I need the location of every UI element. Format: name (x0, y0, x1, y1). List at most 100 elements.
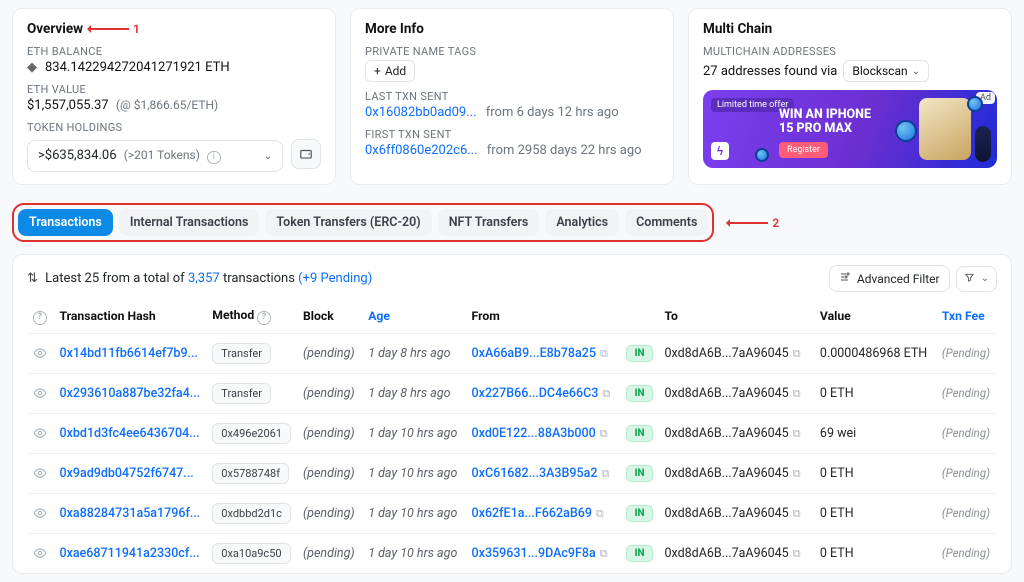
filter-dropdown-button[interactable]: ⌄ (956, 266, 997, 292)
eth-value-label: ETH VALUE (27, 83, 321, 96)
direction-badge: IN (626, 505, 652, 522)
question-icon[interactable]: ? (257, 311, 271, 325)
txn-hash-link[interactable]: 0xa88284731a5a1796f... (59, 506, 200, 521)
eth-diamond-icon: ◆ (27, 60, 37, 75)
to-link[interactable]: 0xd8dA6B...7aA96045 (665, 506, 789, 521)
multichain-card: Multi Chain MULTICHAIN ADDRESSES 27 addr… (688, 8, 1012, 185)
from-link[interactable]: 0xd0E122...88A3b000 (472, 426, 596, 441)
wallet-button[interactable] (291, 139, 321, 169)
multichain-title: Multi Chain (703, 21, 997, 37)
copy-icon[interactable]: ⧉ (793, 347, 801, 360)
table-row: 0x293610a887be32fa4...Transfer(pending)1… (27, 373, 997, 413)
view-icon[interactable] (33, 466, 47, 480)
chevron-down-icon: ⌄ (981, 273, 989, 284)
last-txn-label: LAST TXN SENT (365, 90, 659, 103)
token-holdings-select[interactable]: >$635,834.06 (>201 Tokens) i ⌄ (27, 140, 283, 172)
txn-table-card: ⇅ Latest 25 from a total of 3,357 transa… (12, 254, 1012, 573)
header-from: From (466, 300, 621, 333)
to-link[interactable]: 0xd8dA6B...7aA96045 (665, 466, 789, 481)
from-link[interactable]: 0x227B66...DC4e66C3 (472, 386, 599, 401)
block-value: (pending) (303, 346, 355, 361)
copy-icon[interactable]: ⧉ (596, 507, 604, 520)
first-txn-ago: from 2958 days 22 hrs ago (487, 143, 642, 158)
copy-icon[interactable]: ⧉ (601, 467, 609, 480)
tab-analytics[interactable]: Analytics (545, 209, 619, 236)
txn-hash-link[interactable]: 0xbd1d3fc4ee6436704... (59, 426, 199, 441)
eth-balance-label: ETH BALANCE (27, 45, 321, 58)
tab-tokentransfers[interactable]: Token Transfers (ERC-20) (265, 209, 431, 236)
last-txn-hash[interactable]: 0x16082bb0ad09... (365, 105, 477, 120)
view-icon[interactable] (33, 506, 47, 520)
to-link[interactable]: 0xd8dA6B...7aA96045 (665, 386, 789, 401)
sort-icon[interactable]: ⇅ (27, 271, 38, 286)
fee-cell: (Pending) (942, 466, 990, 480)
moreinfo-card: More Info PRIVATE NAME TAGS + Add LAST T… (350, 8, 674, 185)
copy-icon[interactable]: ⧉ (602, 387, 610, 400)
coin-icon (895, 120, 917, 142)
copy-icon[interactable]: ⧉ (793, 547, 801, 560)
age-value: 1 day 10 hrs ago (368, 426, 457, 441)
ad-banner[interactable]: Ad ϟ Limited time offer WIN AN IPHONE 15… (703, 90, 997, 168)
ad-register-button[interactable]: Register (779, 142, 828, 158)
copy-icon[interactable]: ⧉ (600, 427, 608, 440)
method-pill: Transfer (212, 343, 271, 364)
copy-icon[interactable]: ⧉ (600, 547, 608, 560)
blockscan-dropdown[interactable]: Blockscan ⌄ (843, 60, 929, 82)
copy-icon[interactable]: ⧉ (793, 467, 801, 480)
advanced-filter-button[interactable]: Advanced Filter (829, 265, 950, 292)
view-icon[interactable] (33, 546, 47, 560)
from-link[interactable]: 0x359631...9DAc9F8a (472, 546, 596, 561)
header-fee[interactable]: Txn Fee (936, 300, 997, 333)
header-method: Method ? (206, 300, 297, 333)
add-tag-button[interactable]: + Add (365, 60, 415, 82)
tab-transactions[interactable]: Transactions (18, 209, 113, 236)
plus-icon: + (374, 64, 381, 78)
txn-hash-link[interactable]: 0x293610a887be32fa4... (59, 386, 200, 401)
view-icon[interactable] (33, 426, 47, 440)
block-value: (pending) (303, 426, 355, 441)
header-eye: ? (27, 300, 53, 333)
eth-balance-value: ◆ 834.142294272041271921 ETH (27, 60, 321, 75)
total-count-link[interactable]: 3,357 (188, 271, 220, 286)
tab-internal[interactable]: Internal Transactions (119, 209, 260, 236)
to-link[interactable]: 0xd8dA6B...7aA96045 (665, 426, 789, 441)
table-row: 0xbd1d3fc4ee6436704...0x496e2061(pending… (27, 413, 997, 453)
pending-link[interactable]: (+9 Pending) (298, 271, 372, 286)
header-to: To (659, 300, 814, 333)
tab-nft[interactable]: NFT Transfers (438, 209, 540, 236)
phone-icon (919, 98, 971, 160)
from-link[interactable]: 0x62fE1a...F662aB69 (472, 506, 592, 521)
direction-badge: IN (626, 425, 652, 442)
table-summary: ⇅ Latest 25 from a total of 3,357 transa… (27, 271, 372, 286)
from-link[interactable]: 0xC61682...3A3B95a2 (472, 466, 598, 481)
value-cell: 0 ETH (820, 466, 854, 481)
view-icon[interactable] (33, 346, 47, 360)
tab-comments[interactable]: Comments (625, 209, 708, 236)
to-link[interactable]: 0xd8dA6B...7aA96045 (665, 546, 789, 561)
view-icon[interactable] (33, 386, 47, 400)
question-icon[interactable]: ? (33, 311, 47, 325)
first-txn-hash[interactable]: 0x6ff0860e202c6... (365, 143, 478, 158)
copy-icon[interactable]: ⧉ (793, 427, 801, 440)
first-txn-label: FIRST TXN SENT (365, 128, 659, 141)
header-age[interactable]: Age (362, 300, 465, 333)
chevron-down-icon: ⌄ (912, 66, 920, 77)
multichain-addr-label: MULTICHAIN ADDRESSES (703, 45, 997, 58)
value-cell: 0 ETH (820, 506, 854, 521)
txn-hash-link[interactable]: 0xae68711941a2330cf... (59, 546, 199, 561)
fee-cell: (Pending) (942, 426, 990, 440)
copy-icon[interactable]: ⧉ (793, 387, 801, 400)
copy-icon[interactable]: ⧉ (793, 507, 801, 520)
info-icon: i (207, 151, 221, 165)
annotation-arrow-1: 1 (89, 22, 140, 36)
txn-hash-link[interactable]: 0x9ad9db04752f6747... (59, 466, 193, 481)
coin-icon (967, 96, 983, 112)
to-link[interactable]: 0xd8dA6B...7aA96045 (665, 346, 789, 361)
txn-hash-link[interactable]: 0x14bd11fb6614ef7b9... (59, 346, 198, 361)
age-value: 1 day 10 hrs ago (368, 546, 457, 561)
value-cell: 0.0000486968 ETH (820, 346, 927, 361)
direction-badge: IN (626, 545, 652, 562)
block-value: (pending) (303, 546, 355, 561)
from-link[interactable]: 0xA66aB9...E8b78a25 (472, 346, 596, 361)
copy-icon[interactable]: ⧉ (600, 347, 608, 360)
